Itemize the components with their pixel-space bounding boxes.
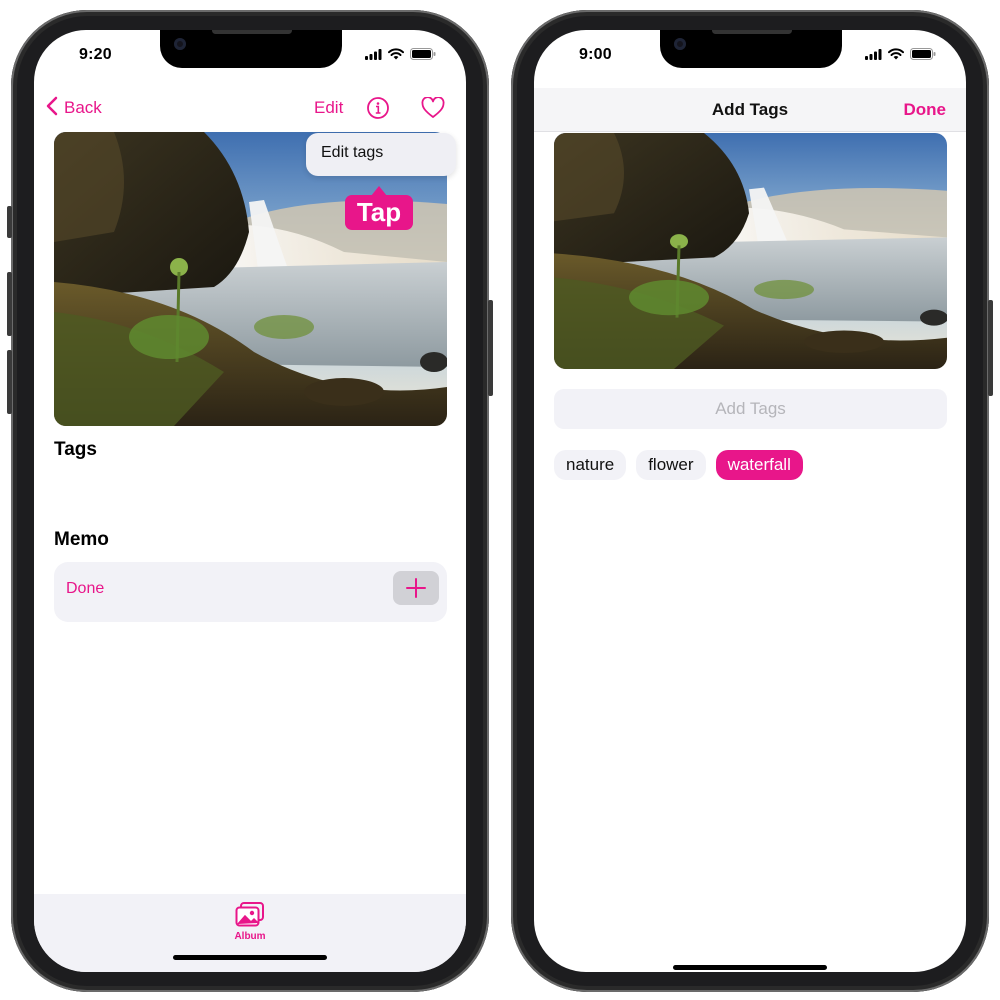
battery-icon bbox=[410, 47, 436, 65]
back-button[interactable]: Back bbox=[46, 88, 102, 128]
power-button bbox=[488, 300, 493, 396]
notch bbox=[660, 30, 842, 68]
memo-heading: Memo bbox=[54, 529, 109, 550]
navigation-bar: Back Edit bbox=[34, 88, 466, 128]
tap-callout: Tap bbox=[345, 186, 413, 230]
add-memo-button[interactable] bbox=[393, 571, 439, 605]
signal-icon bbox=[865, 47, 882, 65]
page-title: Add Tags bbox=[711, 100, 789, 119]
edit-button[interactable]: Edit bbox=[314, 88, 343, 128]
screen-photo-detail: 9:20 Back Edit Edit tags Tap Tags Memo D… bbox=[34, 30, 466, 972]
wifi-icon bbox=[388, 47, 404, 65]
heart-icon[interactable] bbox=[421, 96, 445, 119]
add-tags-input[interactable]: Add Tags bbox=[554, 389, 947, 429]
signal-icon bbox=[365, 47, 382, 65]
tab-album[interactable]: Album bbox=[231, 902, 269, 942]
home-indicator bbox=[673, 965, 827, 970]
screen-add-tags: 9:00 Add Tags Done Add Tags nature flowe… bbox=[534, 30, 966, 972]
status-icons bbox=[865, 47, 936, 65]
tag-chip-nature[interactable]: nature bbox=[554, 450, 627, 480]
notch bbox=[160, 30, 342, 68]
status-time: 9:00 bbox=[579, 46, 612, 63]
battery-icon bbox=[910, 47, 936, 65]
tab-album-label: Album bbox=[234, 931, 266, 942]
phone-frame-left: 9:20 Back Edit Edit tags Tap Tags Memo D… bbox=[7, 10, 493, 992]
done-button[interactable]: Done bbox=[904, 88, 947, 132]
tag-chip-waterfall[interactable]: waterfall bbox=[715, 450, 803, 480]
mute-switch bbox=[7, 206, 12, 238]
status-icons bbox=[365, 47, 436, 65]
power-button bbox=[988, 300, 993, 396]
waterfall-photo bbox=[54, 132, 447, 426]
memo-done-button[interactable]: Done bbox=[66, 580, 104, 598]
tab-bar: Album bbox=[34, 894, 466, 972]
plus-icon bbox=[393, 578, 439, 609]
info-icon[interactable] bbox=[367, 97, 389, 119]
chevron-left-icon bbox=[46, 96, 58, 121]
tag-list: nature flower waterfall bbox=[554, 450, 803, 480]
wifi-icon bbox=[888, 47, 904, 65]
volume-down-button bbox=[7, 350, 12, 414]
tags-heading: Tags bbox=[54, 439, 97, 460]
waterfall-photo bbox=[554, 133, 947, 369]
context-menu-edit-tags[interactable]: Edit tags bbox=[306, 133, 456, 176]
back-label: Back bbox=[64, 98, 102, 117]
tag-chip-flower[interactable]: flower bbox=[636, 450, 706, 480]
status-time: 9:20 bbox=[79, 46, 112, 63]
volume-up-button bbox=[7, 272, 12, 336]
phone-frame-right: 9:00 Add Tags Done Add Tags nature flowe… bbox=[511, 10, 993, 992]
navigation-bar: Add Tags Done bbox=[534, 88, 966, 132]
home-indicator bbox=[173, 955, 327, 960]
photo-album-icon bbox=[235, 902, 265, 931]
memo-panel: Done bbox=[54, 562, 447, 622]
